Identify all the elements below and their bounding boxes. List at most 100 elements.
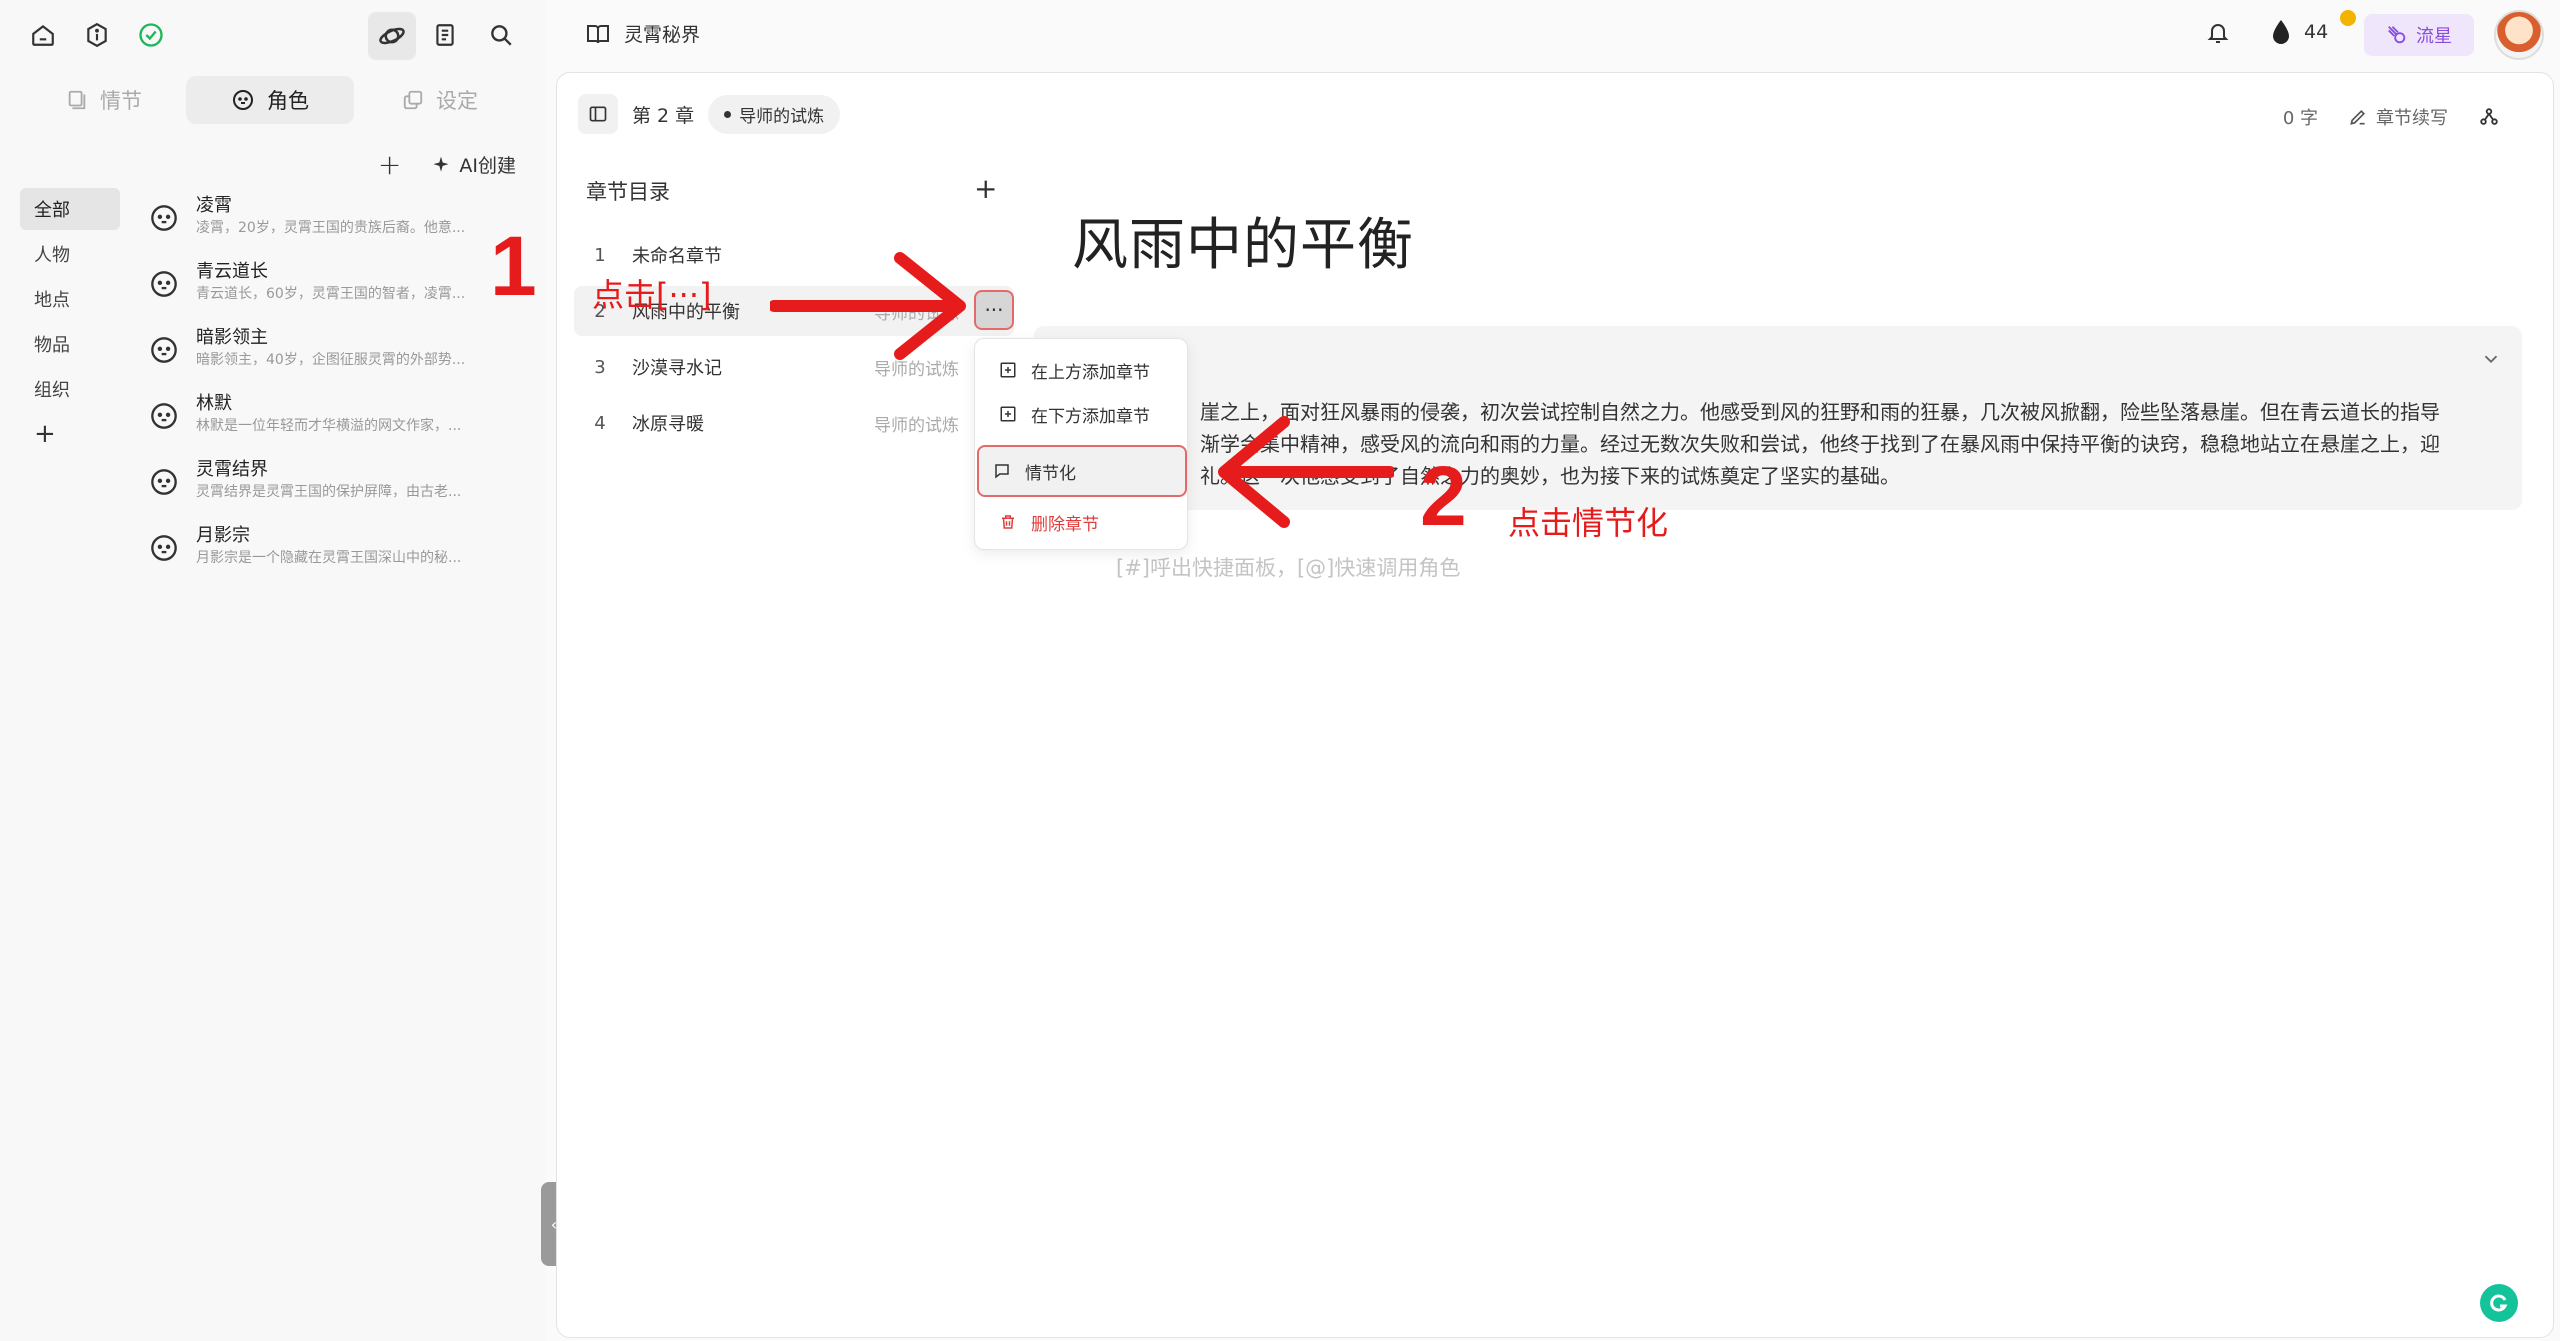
character-desc: 凌霄，20岁，灵霄王国的贵族后裔。他意... [196, 220, 466, 236]
face-icon [151, 535, 177, 561]
ink-drop-icon [2273, 20, 2289, 44]
tab-character[interactable]: 角色 [186, 76, 354, 124]
character-desc: 青云道长，60岁，灵霄王国的智者，凌霄... [196, 286, 466, 302]
meteor-icon [2388, 26, 2406, 44]
category-people[interactable]: 人物 [20, 233, 120, 275]
sidebar-toggle-icon [589, 106, 607, 122]
editor-placeholder[interactable]: [#]呼出快捷面板，[@]快速调用角色 [1116, 552, 1460, 582]
category-list: 全部 人物 地点 物品 组织 + [20, 188, 120, 458]
bell-icon[interactable] [2206, 20, 2230, 46]
user-avatar[interactable] [2494, 10, 2544, 60]
character-desc: 灵霄结界是灵霄王国的保护屏障，由古老... [196, 484, 462, 500]
category-places[interactable]: 地点 [20, 278, 120, 320]
face-icon [151, 337, 177, 363]
trash-icon [1002, 515, 1014, 529]
insert-above-icon [1000, 362, 1016, 378]
list-item[interactable]: 灵霄结界灵霄结界是灵霄王国的保护屏障，由古老... [150, 452, 490, 518]
continue-writing-button[interactable]: 章节续写 [2348, 104, 2448, 130]
category-all[interactable]: 全部 [20, 188, 120, 230]
layers-icon [403, 90, 423, 110]
step-1-number: 1 [490, 219, 537, 313]
list-item[interactable]: 青云道长青云道长，60岁，灵霄王国的智者，凌霄... [150, 254, 490, 320]
pro-button[interactable]: 流星 [2364, 14, 2474, 56]
character-actions: + AI创建 [378, 148, 516, 181]
chapter-num: 1 [594, 244, 606, 266]
home-icon[interactable] [26, 18, 60, 52]
chapter-row[interactable]: 4 冰原寻暖 导师的试炼 [574, 398, 1014, 448]
menu-add-below-label: 在下方添加章节 [1031, 406, 1150, 427]
pen-icon [2350, 109, 2366, 125]
chapter-name: 未命名章节 [632, 246, 722, 267]
chapter-name: 冰原寻暖 [632, 414, 704, 435]
grammarly-icon[interactable] [2480, 1284, 2518, 1322]
menu-add-above-label: 在上方添加章节 [1031, 362, 1150, 383]
notification-dot [2340, 10, 2356, 26]
insert-below-icon [1000, 406, 1016, 422]
volume-tag[interactable]: 导师的试炼 [708, 94, 841, 134]
volume-tag-label: 导师的试炼 [739, 106, 825, 127]
chapter-volume: 导师的试炼 [874, 415, 959, 436]
step-2-arrow [1218, 416, 1394, 528]
menu-plotify[interactable]: 情节化 [977, 445, 1187, 497]
character-name: 灵霄结界 [196, 459, 268, 480]
network-icon[interactable] [2478, 106, 2500, 128]
character-name: 暗影领主 [196, 327, 268, 348]
info-icon[interactable] [80, 18, 114, 52]
list-item[interactable]: 暗影领主暗影领主，40岁，企图征服灵霄的外部势... [150, 320, 490, 386]
menu-delete[interactable]: 删除章节 [985, 501, 1179, 543]
chapter-more-button[interactable]: ··· [974, 290, 1014, 330]
face-icon [151, 403, 177, 429]
character-desc: 暗影领主，40岁，企图征服灵霄的外部势... [196, 352, 466, 368]
notebook-icon[interactable] [428, 18, 462, 52]
character-desc: 月影宗是一个隐藏在灵霄王国深山中的秘... [196, 550, 462, 566]
chapter-name: 沙漠寻水记 [632, 358, 722, 379]
chapter-title[interactable]: 风雨中的平衡 [1072, 200, 1414, 281]
face-icon [151, 469, 177, 495]
tab-plot[interactable]: 情节 [20, 76, 188, 124]
chapter-label: 第 2 章 [632, 104, 695, 127]
face-icon [151, 271, 177, 297]
add-category-button[interactable]: + [20, 413, 120, 455]
face-icon [151, 205, 177, 231]
ink-count: 44 [2304, 21, 2329, 43]
add-chapter-button[interactable]: + [974, 172, 997, 205]
editor-tools: 0 字 章节续写 [2283, 104, 2500, 130]
chapter-num: 4 [594, 412, 606, 434]
list-item[interactable]: 月影宗月影宗是一个隐藏在灵霄王国深山中的秘... [150, 518, 490, 584]
menu-add-above[interactable]: 在上方添加章节 [985, 349, 1179, 391]
open-book-icon [587, 24, 609, 43]
tab-character-label: 角色 [267, 89, 309, 113]
character-name: 月影宗 [196, 525, 250, 546]
ai-create-label: AI创建 [459, 155, 516, 177]
category-organizations[interactable]: 组织 [20, 368, 120, 410]
menu-delete-label: 删除章节 [1031, 514, 1099, 535]
book-title-area: 灵霄秘界 [586, 20, 700, 47]
step-2-text: 点击情节化 [1508, 504, 1669, 542]
add-character-button[interactable]: + [378, 148, 401, 181]
menu-add-below[interactable]: 在下方添加章节 [985, 393, 1179, 435]
category-items[interactable]: 物品 [20, 323, 120, 365]
character-name: 青云道长 [196, 261, 268, 282]
planet-icon[interactable] [368, 12, 416, 60]
list-item[interactable]: 林默 林默是一位年轻而才华横溢的网文作家，... [150, 386, 490, 452]
sparkle-icon [433, 156, 449, 172]
sync-check-icon[interactable] [134, 18, 168, 52]
toggle-toc-button[interactable] [578, 94, 618, 134]
tab-plot-label: 情节 [100, 89, 142, 113]
chevron-down-icon[interactable] [2480, 348, 2502, 370]
step-1-text: 点击[···] [592, 276, 712, 314]
search-icon[interactable] [484, 18, 518, 52]
tag-dot [724, 110, 732, 118]
tab-setting[interactable]: 设定 [356, 76, 524, 124]
word-count: 0 字 [2282, 108, 2318, 129]
character-list: 凌霄凌霄，20岁，灵霄王国的贵族后裔。他意... 青云道长青云道长，60岁，灵霄… [150, 188, 490, 584]
continue-writing-label: 章节续写 [2376, 108, 2448, 129]
plot-icon [995, 464, 1009, 479]
character-name: 凌霄 [196, 195, 232, 216]
list-item[interactable]: 凌霄凌霄，20岁，灵霄王国的贵族后裔。他意... [150, 188, 490, 254]
ink-balance[interactable]: 44 [2270, 18, 2328, 46]
menu-plotify-label: 情节化 [1025, 463, 1076, 484]
ai-create-button[interactable]: AI创建 [431, 151, 516, 178]
pro-label: 流星 [2416, 26, 2452, 47]
step-2-number: 2 [1420, 449, 1467, 543]
